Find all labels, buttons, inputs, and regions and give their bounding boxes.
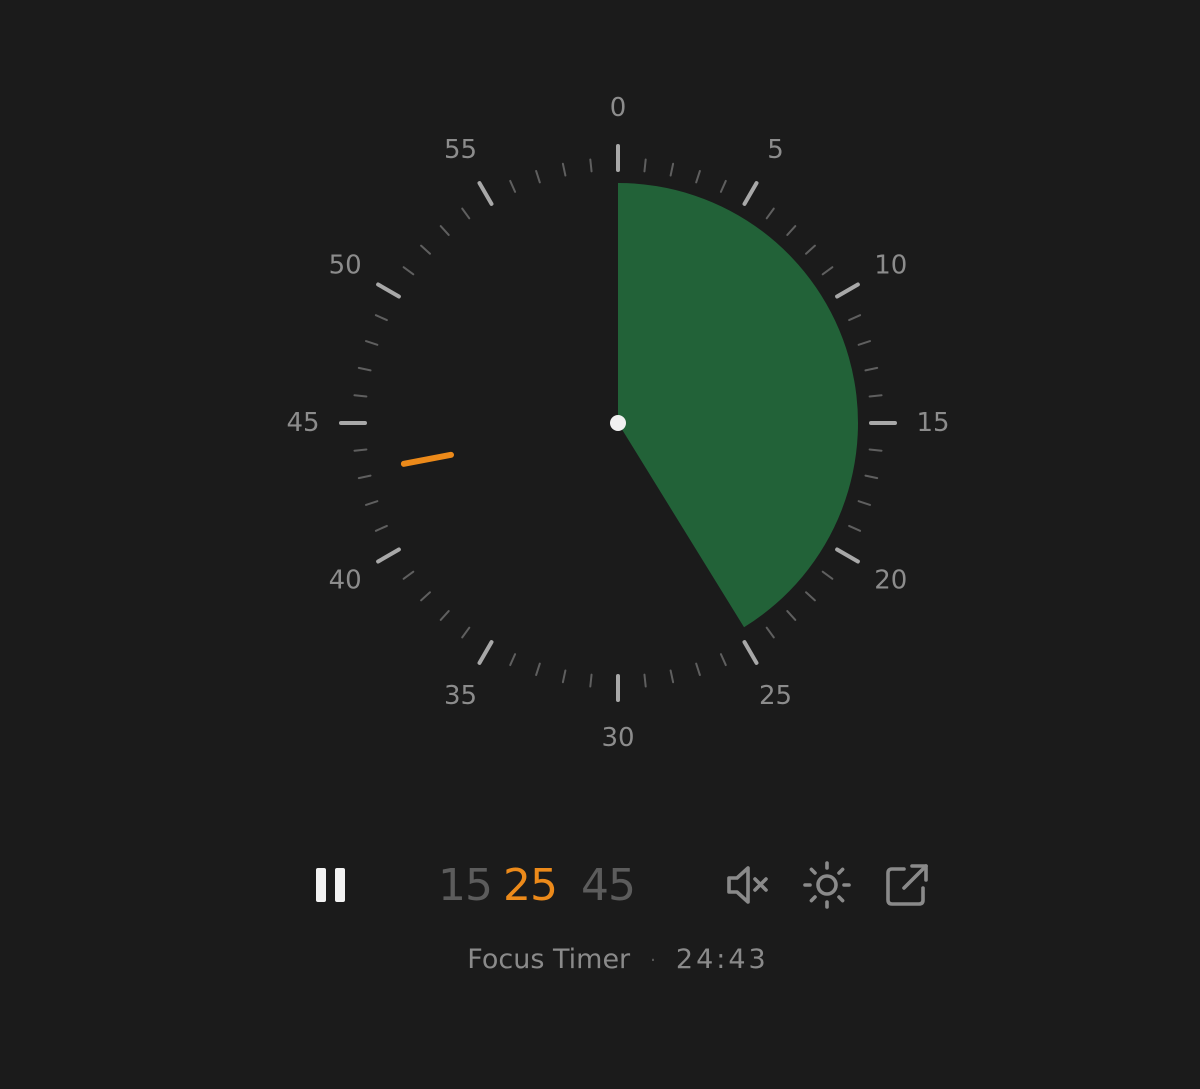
major-tick bbox=[835, 282, 860, 299]
sun-icon bbox=[803, 861, 851, 909]
dial-center-dot bbox=[610, 415, 626, 431]
dial-label-50: 50 bbox=[329, 251, 362, 281]
minor-tick bbox=[805, 244, 816, 255]
minor-tick bbox=[561, 162, 567, 177]
popout-button[interactable] bbox=[882, 860, 932, 910]
major-tick bbox=[376, 282, 401, 299]
preset-15-button[interactable]: 15 bbox=[438, 858, 493, 914]
minor-tick bbox=[765, 626, 775, 639]
minor-tick bbox=[357, 366, 372, 372]
minor-tick bbox=[439, 225, 450, 236]
dial-label-40: 40 bbox=[329, 566, 362, 596]
preset-45-button[interactable]: 45 bbox=[581, 858, 636, 914]
minor-tick bbox=[857, 500, 872, 506]
minor-tick bbox=[402, 266, 415, 276]
minor-tick bbox=[589, 158, 593, 173]
minor-tick bbox=[561, 669, 567, 684]
timer-title: Focus Timer bbox=[467, 944, 631, 975]
preset-25-button[interactable]: 25 bbox=[503, 858, 558, 914]
minor-tick bbox=[864, 366, 879, 372]
minor-tick bbox=[461, 626, 471, 639]
pause-button[interactable] bbox=[308, 862, 354, 908]
minor-tick bbox=[786, 610, 797, 621]
minor-tick bbox=[868, 394, 883, 398]
minor-tick bbox=[509, 653, 517, 667]
dial-label-45: 45 bbox=[286, 408, 319, 438]
preset-selector: 15 25 45 bbox=[426, 858, 650, 914]
dial-label-20: 20 bbox=[874, 566, 907, 596]
major-tick bbox=[835, 547, 860, 564]
minor-tick bbox=[719, 179, 727, 193]
timer-status: Focus Timer · 24:43 bbox=[0, 944, 1200, 975]
minor-tick bbox=[864, 474, 879, 480]
remaining-time-wedge bbox=[618, 183, 859, 628]
minor-tick bbox=[868, 448, 883, 452]
dial-label-10: 10 bbox=[874, 251, 907, 281]
minor-tick bbox=[765, 207, 775, 220]
minor-tick bbox=[669, 162, 675, 177]
timer-app: 0 5 10 15 20 25 30 35 40 45 50 55 15 25 45 bbox=[0, 0, 1200, 1089]
minor-tick bbox=[357, 474, 372, 480]
minor-tick bbox=[402, 570, 415, 580]
minor-tick bbox=[535, 169, 541, 184]
volume-muted-icon bbox=[727, 866, 768, 904]
minor-tick bbox=[786, 225, 797, 236]
dial-label-30: 30 bbox=[601, 723, 634, 753]
mute-button[interactable] bbox=[724, 860, 774, 910]
minor-tick bbox=[719, 653, 727, 667]
minor-tick bbox=[374, 314, 388, 322]
minor-tick bbox=[353, 448, 368, 452]
timer-hand[interactable] bbox=[400, 451, 455, 467]
minor-tick bbox=[420, 591, 431, 602]
minor-tick bbox=[821, 570, 834, 580]
dial-label-35: 35 bbox=[444, 681, 477, 711]
major-tick bbox=[742, 640, 759, 665]
timer-dial[interactable]: 0 5 10 15 20 25 30 35 40 45 50 55 bbox=[0, 0, 1200, 790]
minor-tick bbox=[805, 591, 816, 602]
minor-tick bbox=[461, 207, 471, 220]
minor-tick bbox=[589, 673, 593, 688]
minor-tick bbox=[669, 669, 675, 684]
minor-tick bbox=[643, 158, 647, 173]
minor-tick bbox=[353, 394, 368, 398]
major-tick bbox=[477, 640, 494, 665]
dial-label-0: 0 bbox=[610, 93, 627, 123]
dial-label-55: 55 bbox=[444, 135, 477, 165]
minor-tick bbox=[420, 244, 431, 255]
minor-tick bbox=[509, 179, 517, 193]
minor-tick bbox=[374, 524, 388, 532]
minor-tick bbox=[848, 314, 862, 322]
major-tick bbox=[376, 547, 401, 564]
minor-tick bbox=[857, 340, 872, 346]
dial-label-25: 25 bbox=[759, 681, 792, 711]
remaining-time-readout: 24:43 bbox=[675, 944, 769, 975]
major-tick bbox=[742, 181, 759, 206]
minor-tick bbox=[821, 266, 834, 276]
dial-label-15: 15 bbox=[916, 408, 949, 438]
minor-tick bbox=[848, 524, 862, 532]
minor-tick bbox=[643, 673, 647, 688]
minor-tick bbox=[364, 500, 379, 506]
external-link-icon bbox=[886, 864, 928, 906]
minor-tick bbox=[364, 340, 379, 346]
status-separator: · bbox=[650, 950, 656, 971]
theme-toggle-button[interactable] bbox=[802, 860, 852, 910]
minor-tick bbox=[695, 662, 701, 677]
major-tick bbox=[477, 181, 494, 206]
minor-tick bbox=[535, 662, 541, 677]
minor-tick bbox=[439, 610, 450, 621]
dial-label-5: 5 bbox=[767, 135, 784, 165]
minor-tick bbox=[695, 169, 701, 184]
